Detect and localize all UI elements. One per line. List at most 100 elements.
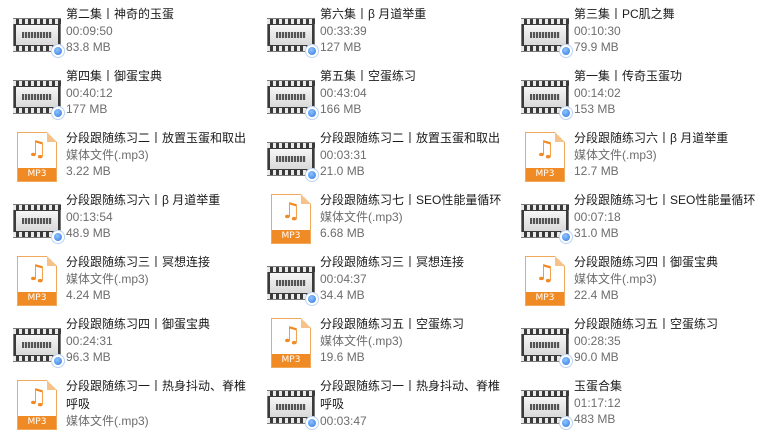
file-size: 153 MB	[574, 102, 616, 116]
file-size: 22.4 MB	[574, 288, 619, 302]
file-thumbnail: ♫ MP3	[12, 128, 62, 184]
file-size: 96.3 MB	[66, 350, 111, 364]
file-item[interactable]: 分段跟随练习四丨御蛋宝典 00:24:31 96.3 MB	[12, 314, 262, 376]
video-thumbnail-icon	[521, 80, 573, 120]
file-item[interactable]: ♫ MP3 分段跟随练习一丨热身抖动、脊椎呼吸 媒体文件(.mp3)	[12, 376, 262, 438]
file-info: 分段跟随练习五丨空蛋练习 媒体文件(.mp3) 19.6 MB	[320, 314, 464, 365]
file-size: 21.0 MB	[320, 164, 365, 178]
file-info: 第四集丨御蛋宝典 00:40:12 177 MB	[66, 66, 162, 117]
video-thumbnail-icon	[13, 18, 65, 58]
file-duration: 00:43:04	[320, 86, 367, 100]
file-item[interactable]: 第四集丨御蛋宝典 00:40:12 177 MB	[12, 66, 262, 128]
file-name: 分段跟随练习六丨β 月道举重	[66, 193, 221, 207]
file-kind: 媒体文件(.mp3)	[574, 272, 657, 286]
file-name: 第二集丨神奇的玉蛋	[66, 7, 175, 21]
video-thumbnail-icon	[521, 204, 573, 244]
file-size: 12.7 MB	[574, 164, 619, 178]
file-thumbnail: ♫ MP3	[12, 376, 62, 432]
mp3-audio-icon: ♫ MP3	[17, 256, 57, 306]
file-item[interactable]: 分段跟随练习一丨热身抖动、脊椎呼吸 00:03:47	[266, 376, 516, 438]
file-size: 166 MB	[320, 102, 362, 116]
file-thumbnail	[520, 4, 573, 60]
file-info: 分段跟随练习四丨御蛋宝典 媒体文件(.mp3) 22.4 MB	[574, 252, 718, 303]
file-info: 分段跟随练习七丨SEO性能量循环 媒体文件(.mp3) 6.68 MB	[320, 190, 501, 241]
file-name: 分段跟随练习七丨SEO性能量循环	[320, 193, 502, 207]
file-item[interactable]: 第一集丨传奇玉蛋功 00:14:02 153 MB	[520, 66, 770, 128]
file-name: 分段跟随练习六丨β 月道举重	[574, 131, 729, 145]
file-info: 分段跟随练习二丨放置玉蛋和取出 媒体文件(.mp3) 3.22 MB	[66, 128, 246, 179]
file-name: 玉蛋合集	[574, 379, 623, 393]
file-item[interactable]: 第三集丨PC肌之舞 00:10:30 79.9 MB	[520, 4, 770, 66]
file-extension-label: MP3	[18, 292, 56, 305]
file-size: 48.9 MB	[66, 226, 111, 240]
file-extension-label: MP3	[272, 230, 310, 243]
file-item[interactable]: 第二集丨神奇的玉蛋 00:09:50 83.8 MB	[12, 4, 262, 66]
file-item[interactable]: ♫ MP3 分段跟随练习六丨β 月道举重 媒体文件(.mp3) 12.7 MB	[520, 128, 770, 190]
file-info: 分段跟随练习七丨SEO性能量循环 00:07:18 31.0 MB	[574, 190, 755, 241]
file-info: 玉蛋合集 01:17:12 483 MB	[574, 376, 622, 427]
video-thumbnail-icon	[521, 328, 573, 368]
file-name: 分段跟随练习七丨SEO性能量循环	[574, 193, 756, 207]
file-info: 分段跟随练习六丨β 月道举重 媒体文件(.mp3) 12.7 MB	[574, 128, 728, 179]
file-duration: 00:03:31	[320, 148, 367, 162]
file-name: 分段跟随练习五丨空蛋练习	[320, 317, 465, 331]
file-duration: 00:14:02	[574, 86, 621, 100]
file-thumbnail	[266, 66, 319, 122]
mp3-audio-icon: ♫ MP3	[17, 132, 57, 182]
file-item[interactable]: ♫ MP3 分段跟随练习三丨冥想连接 媒体文件(.mp3) 4.24 MB	[12, 252, 262, 314]
video-thumbnail-icon	[267, 390, 319, 430]
file-kind: 媒体文件(.mp3)	[320, 334, 403, 348]
file-item[interactable]: ♫ MP3 分段跟随练习七丨SEO性能量循环 媒体文件(.mp3) 6.68 MB	[266, 190, 516, 252]
mp3-audio-icon: ♫ MP3	[525, 256, 565, 306]
file-item[interactable]: ♫ MP3 分段跟随练习五丨空蛋练习 媒体文件(.mp3) 19.6 MB	[266, 314, 516, 376]
file-item[interactable]: ♫ MP3 分段跟随练习四丨御蛋宝典 媒体文件(.mp3) 22.4 MB	[520, 252, 770, 314]
file-size: 6.68 MB	[320, 226, 365, 240]
file-size: 90.0 MB	[574, 350, 619, 364]
file-thumbnail: ♫ MP3	[520, 128, 570, 184]
mp3-audio-icon: ♫ MP3	[17, 380, 57, 430]
file-kind: 媒体文件(.mp3)	[66, 148, 149, 162]
file-kind: 媒体文件(.mp3)	[66, 272, 149, 286]
file-item[interactable]: 分段跟随练习六丨β 月道举重 00:13:54 48.9 MB	[12, 190, 262, 252]
file-thumbnail: ♫ MP3	[266, 190, 316, 246]
video-thumbnail-icon	[267, 80, 319, 120]
file-item[interactable]: 玉蛋合集 01:17:12 483 MB	[520, 376, 770, 438]
file-info: 分段跟随练习六丨β 月道举重 00:13:54 48.9 MB	[66, 190, 220, 241]
video-thumbnail-icon	[13, 80, 65, 120]
file-item[interactable]: 分段跟随练习二丨放置玉蛋和取出 00:03:31 21.0 MB	[266, 128, 516, 190]
file-name: 第五集丨空蛋练习	[320, 69, 417, 83]
file-info: 第六集丨β 月道举重 00:33:39 127 MB	[320, 4, 426, 55]
file-duration: 00:24:31	[66, 334, 113, 348]
file-info: 分段跟随练习三丨冥想连接 媒体文件(.mp3) 4.24 MB	[66, 252, 210, 303]
file-item[interactable]: ♫ MP3 分段跟随练习二丨放置玉蛋和取出 媒体文件(.mp3) 3.22 MB	[12, 128, 262, 190]
file-item[interactable]: 分段跟随练习五丨空蛋练习 00:28:35 90.0 MB	[520, 314, 770, 376]
file-name: 第六集丨β 月道举重	[320, 7, 427, 21]
file-size: 83.8 MB	[66, 40, 111, 54]
file-name: 分段跟随练习二丨放置玉蛋和取出	[66, 131, 247, 145]
file-item[interactable]: 分段跟随练习七丨SEO性能量循环 00:07:18 31.0 MB	[520, 190, 770, 252]
file-duration: 00:33:39	[320, 24, 367, 38]
file-name: 第一集丨传奇玉蛋功	[574, 69, 683, 83]
file-name: 分段跟随练习三丨冥想连接	[320, 255, 465, 269]
file-info: 第五集丨空蛋练习 00:43:04 166 MB	[320, 66, 416, 117]
file-item[interactable]: 第五集丨空蛋练习 00:43:04 166 MB	[266, 66, 516, 128]
file-name: 分段跟随练习一丨热身抖动、脊椎呼吸	[66, 379, 247, 411]
file-item[interactable]: 分段跟随练习三丨冥想连接 00:04:37 34.4 MB	[266, 252, 516, 314]
file-extension-label: MP3	[18, 416, 56, 429]
file-item[interactable]: 第六集丨β 月道举重 00:33:39 127 MB	[266, 4, 516, 66]
file-extension-label: MP3	[526, 292, 564, 305]
file-thumbnail	[12, 190, 65, 246]
file-info: 第一集丨传奇玉蛋功 00:14:02 153 MB	[574, 66, 682, 117]
video-thumbnail-icon	[13, 204, 65, 244]
file-thumbnail	[266, 252, 319, 308]
file-size: 79.9 MB	[574, 40, 619, 54]
file-name: 第四集丨御蛋宝典	[66, 69, 163, 83]
file-thumbnail	[520, 376, 573, 432]
mp3-audio-icon: ♫ MP3	[271, 194, 311, 244]
file-info: 分段跟随练习二丨放置玉蛋和取出 00:03:31 21.0 MB	[320, 128, 500, 179]
video-thumbnail-icon	[267, 18, 319, 58]
file-size: 34.4 MB	[320, 288, 365, 302]
file-size: 483 MB	[574, 412, 616, 426]
file-kind: 媒体文件(.mp3)	[320, 210, 403, 224]
file-name: 分段跟随练习三丨冥想连接	[66, 255, 211, 269]
